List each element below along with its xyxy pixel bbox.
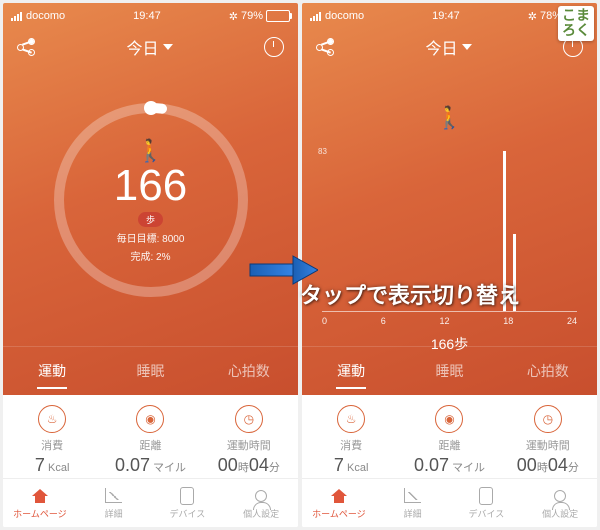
logo-badge: こまろく: [558, 6, 594, 41]
battery-pct: 79%: [241, 10, 263, 22]
stat-distance[interactable]: ◉ 距離 0.07 マイル: [101, 395, 199, 483]
watch-icon: [180, 487, 194, 505]
nav-detail[interactable]: 詳細: [376, 479, 450, 527]
home-icon: [32, 489, 48, 503]
clock-icon: ◷: [235, 405, 263, 433]
stats-row: ♨ 消費 7 Kcal ◉ 距離 0.07 マイル ◷ 運動時間 00時04分: [3, 395, 298, 483]
bottom-nav: ホームページ 詳細 デバイス 個人設定: [3, 478, 298, 527]
stat-label: 消費: [3, 437, 101, 453]
history-icon[interactable]: [264, 37, 284, 57]
tab-heart[interactable]: 心拍数: [200, 347, 298, 395]
date-title: 今日: [425, 35, 457, 59]
stat-time[interactable]: ◷ 運動時間 00時04分: [200, 395, 298, 483]
walk-icon: 🚶: [137, 138, 164, 164]
date-selector[interactable]: 今日: [126, 35, 172, 59]
status-bar: docomo 19:47 ✲ 79%: [3, 3, 298, 29]
tab-sleep[interactable]: 睡眠: [101, 347, 199, 395]
main-panel[interactable]: docomo 19:47 ✲ 78% 今日 🚶 83: [302, 3, 597, 395]
nav-settings[interactable]: 個人設定: [523, 479, 597, 527]
walk-icon: 🚶: [322, 105, 577, 131]
nav-settings[interactable]: 個人設定: [224, 479, 298, 527]
clock: 19:47: [432, 10, 460, 22]
stat-time[interactable]: ◷ 運動時間 00時04分: [499, 395, 597, 483]
nav-device[interactable]: デバイス: [151, 479, 225, 527]
share-icon[interactable]: [316, 38, 334, 56]
bluetooth-icon: ✲: [229, 10, 238, 23]
signal-icon: [310, 12, 321, 21]
tab-exercise[interactable]: 運動: [3, 347, 101, 395]
tab-exercise[interactable]: 運動: [302, 347, 400, 395]
phone-screen-chart: docomo 19:47 ✲ 78% 今日 🚶 83: [302, 3, 597, 527]
mode-tabs: 運動 睡眠 心拍数: [3, 346, 298, 395]
chart-icon: [404, 488, 421, 503]
date-selector[interactable]: 今日: [425, 35, 471, 59]
carrier: docomo: [325, 10, 364, 22]
clock-icon: ◷: [534, 405, 562, 433]
step-count: 166: [114, 164, 187, 208]
stats-row: ♨ 消費 7 Kcal ◉ 距離 0.07 マイル ◷ 運動時間 00時04分: [302, 395, 597, 483]
annotation-text: タップで表示切り替え: [300, 278, 520, 310]
nav-device[interactable]: デバイス: [450, 479, 524, 527]
signal-icon: [11, 12, 22, 21]
flame-icon: ♨: [337, 405, 365, 433]
person-icon: [255, 490, 267, 502]
battery-icon: [266, 10, 290, 22]
bluetooth-icon: ✲: [528, 10, 537, 23]
share-icon[interactable]: [17, 38, 35, 56]
carrier: docomo: [26, 10, 65, 22]
pin-icon: ◉: [136, 405, 164, 433]
stat-label: 運動時間: [200, 437, 298, 453]
nav-home[interactable]: ホームページ: [302, 479, 376, 527]
home-icon: [331, 489, 347, 503]
watch-icon: [479, 487, 493, 505]
progress-ring[interactable]: 🚶 166 歩 毎日目標: 8000 完成: 2%: [46, 95, 256, 305]
completion-text: 完成: 2%: [130, 248, 170, 263]
tab-sleep[interactable]: 睡眠: [400, 347, 498, 395]
chevron-down-icon: [462, 44, 472, 50]
chevron-down-icon: [163, 44, 173, 50]
stat-label: 距離: [101, 437, 199, 453]
tab-heart[interactable]: 心拍数: [499, 347, 597, 395]
mode-tabs: 運動 睡眠 心拍数: [302, 346, 597, 395]
flame-icon: ♨: [38, 405, 66, 433]
nav-home[interactable]: ホームページ: [3, 479, 77, 527]
stat-value: 0.07: [115, 455, 150, 475]
stat-burn[interactable]: ♨ 消費 7 Kcal: [3, 395, 101, 483]
goal-text: 毎日目標: 8000: [117, 230, 185, 245]
status-bar: docomo 19:47 ✲ 78%: [302, 3, 597, 29]
stat-burn[interactable]: ♨ 消費 7 Kcal: [302, 395, 400, 483]
stat-distance[interactable]: ◉ 距離 0.07 マイル: [400, 395, 498, 483]
bottom-nav: ホームページ 詳細 デバイス 個人設定: [302, 478, 597, 527]
chart-icon: [105, 488, 122, 503]
nav-detail[interactable]: 詳細: [77, 479, 151, 527]
step-unit-badge: 歩: [138, 212, 163, 227]
main-panel[interactable]: docomo 19:47 ✲ 79% 今日: [3, 3, 298, 395]
person-icon: [554, 490, 566, 502]
date-title: 今日: [126, 35, 158, 59]
clock: 19:47: [133, 10, 161, 22]
x-axis: 0 6 12 18 24: [322, 316, 577, 326]
y-tick: 83: [318, 147, 327, 156]
pin-icon: ◉: [435, 405, 463, 433]
stat-value: 7: [35, 455, 45, 475]
